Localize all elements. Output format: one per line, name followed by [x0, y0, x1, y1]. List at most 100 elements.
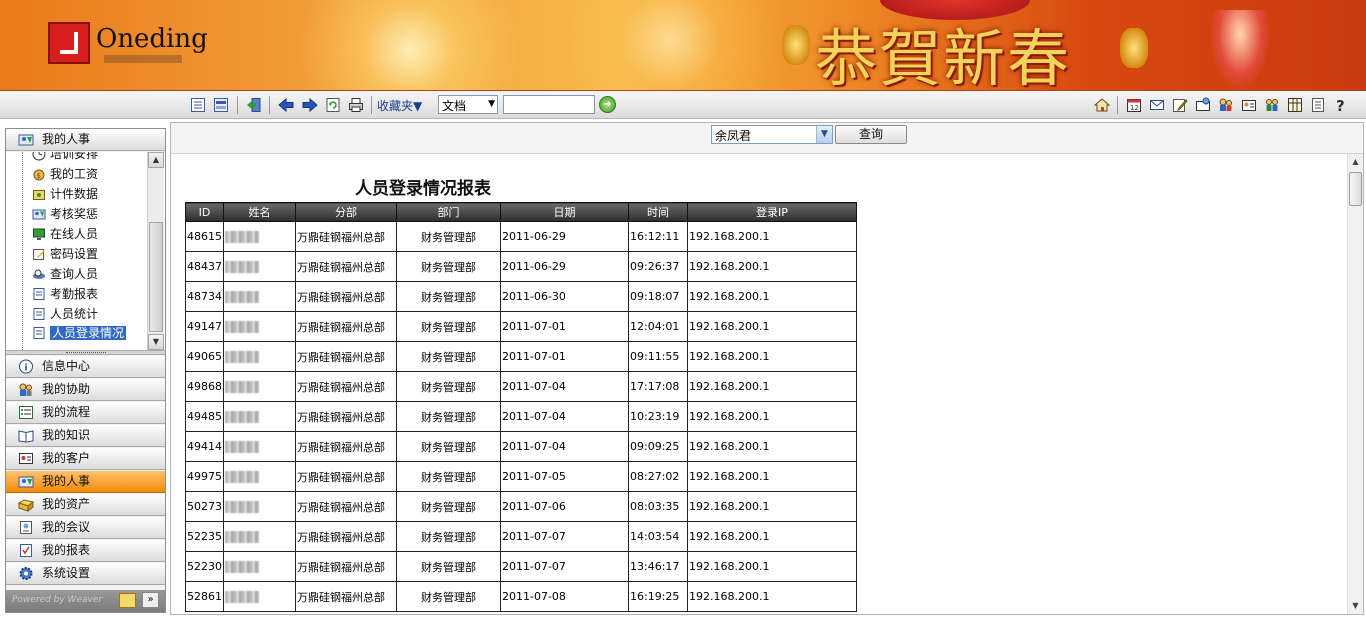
cell-date: 2011-06-29 — [500, 251, 629, 282]
document-icon[interactable] — [1310, 97, 1326, 113]
grid-icon[interactable] — [1287, 97, 1303, 113]
help-icon[interactable]: ? — [1333, 97, 1349, 113]
scroll-thumb[interactable] — [149, 222, 163, 332]
search-go-button[interactable]: ➔ — [599, 96, 616, 113]
refresh-icon[interactable] — [325, 97, 341, 113]
favorites-menu[interactable]: 收藏夹▼ — [377, 97, 422, 114]
print-icon[interactable] — [348, 97, 364, 113]
exit-icon[interactable] — [246, 97, 262, 113]
tree-scrollbar[interactable]: ▲ ▼ — [147, 152, 164, 350]
tree-item-search-people[interactable]: 查询人员 — [28, 265, 98, 283]
firework-decoration — [540, 0, 800, 90]
section-reports[interactable]: 我的报表 — [6, 540, 165, 562]
section-collaboration[interactable]: 我的协助 — [6, 379, 165, 401]
cell-time: 14:03:54 — [628, 521, 688, 552]
calendar-icon[interactable]: 12 — [1126, 97, 1142, 113]
column-header-ip: 登录IP — [687, 202, 857, 222]
cell-id: 52861 — [185, 581, 224, 612]
main-toolbar: 收藏夹▼ 文档 ▼ ➔ 12 ? — [0, 91, 1366, 119]
scroll-down-icon[interactable]: ▼ — [148, 334, 164, 350]
gear-icon — [19, 567, 33, 580]
festive-kids-illustration — [1210, 10, 1270, 90]
tree-item-login-status[interactable]: 人员登录情况 — [28, 324, 127, 342]
section-assets[interactable]: 我的资产 — [6, 494, 165, 516]
panel-splitter[interactable] — [6, 350, 165, 355]
tree-item-training[interactable]: 培训安排 — [28, 152, 98, 163]
toolbar-search-input[interactable] — [503, 95, 595, 114]
tree-item-statistics[interactable]: 人员统计 — [28, 305, 98, 323]
column-header-department: 部门 — [396, 202, 501, 222]
document-type-select[interactable]: 文档 ▼ — [438, 95, 498, 114]
tree-item-attendance[interactable]: 考勤报表 — [28, 285, 98, 303]
cell-id: 49065 — [185, 341, 224, 372]
tree-item-online[interactable]: 在线人员 — [28, 225, 98, 243]
edit-icon[interactable] — [1172, 97, 1188, 113]
cell-ip: 192.168.200.1 — [687, 371, 857, 402]
cell-time: 12:04:01 — [628, 311, 688, 342]
section-header-current[interactable]: 我的人事 — [6, 129, 165, 151]
cell-name — [223, 491, 296, 522]
tree-item-assessment[interactable]: 考核奖惩 — [28, 205, 98, 223]
cell-department: 财务管理部 — [396, 461, 501, 492]
query-button[interactable]: 查询 — [835, 125, 907, 144]
cell-date: 2011-07-01 — [500, 311, 629, 342]
home-icon[interactable] — [1094, 97, 1110, 113]
redacted-name — [225, 291, 259, 303]
scroll-up-icon[interactable]: ▲ — [1348, 154, 1363, 170]
section-personnel[interactable]: 我的人事 — [6, 471, 165, 493]
scroll-up-icon[interactable]: ▲ — [148, 152, 164, 168]
table-row: 49147 万鼎硅钢福州总部 财务管理部 2011-07-01 12:04:01 192.… — [185, 311, 857, 342]
layout-icon[interactable] — [213, 97, 229, 113]
search-people-icon — [33, 269, 45, 279]
cell-time: 13:46:17 — [628, 551, 688, 582]
list-icon[interactable] — [190, 97, 206, 113]
cell-ip: 192.168.200.1 — [687, 581, 857, 612]
cell-date: 2011-07-04 — [500, 431, 629, 462]
scroll-down-icon[interactable]: ▼ — [1348, 598, 1363, 614]
id-card-icon[interactable] — [1241, 97, 1257, 113]
column-header-id: ID — [185, 202, 224, 222]
mail-notify-icon[interactable] — [119, 593, 136, 608]
message-icon[interactable] — [1195, 97, 1211, 113]
section-knowledge[interactable]: 我的知识 — [6, 425, 165, 447]
cell-department: 财务管理部 — [396, 251, 501, 282]
cell-id: 52235 — [185, 521, 224, 552]
cell-id: 48734 — [185, 281, 224, 312]
report-icon — [33, 327, 45, 339]
org-icon[interactable] — [1264, 97, 1280, 113]
data-bag-icon — [33, 190, 45, 200]
expand-more-icon[interactable]: » — [142, 592, 159, 608]
cell-ip: 192.168.200.1 — [687, 551, 857, 582]
report-icon — [33, 288, 45, 300]
cell-branch: 万鼎硅钢福州总部 — [295, 461, 397, 492]
section-workflow[interactable]: 我的流程 — [6, 402, 165, 424]
svg-text:12: 12 — [1130, 104, 1139, 112]
back-arrow-icon[interactable] — [278, 97, 294, 113]
tree-item-password[interactable]: 密码设置 — [28, 245, 98, 263]
section-customers[interactable]: 我的客户 — [6, 448, 165, 470]
users-icon[interactable] — [1218, 97, 1234, 113]
tree-item-piecework[interactable]: 计件数据 — [28, 185, 98, 203]
edit-icon — [33, 249, 45, 260]
monitor-icon — [33, 228, 45, 240]
brand-name: Oneding — [96, 24, 208, 54]
section-settings[interactable]: 系统设置 — [6, 563, 165, 585]
user-select[interactable]: 余凤君 ▼ — [711, 125, 833, 144]
header-banner: Oneding 恭賀新春 — [0, 0, 1366, 91]
brand-tagline — [104, 55, 182, 63]
content-scrollbar[interactable]: ▲ ▼ — [1347, 154, 1363, 614]
clock-icon — [32, 152, 46, 161]
report-title: 人员登录情况报表 — [355, 179, 491, 199]
section-meetings[interactable]: 我的会议 — [6, 517, 165, 539]
cell-time: 09:26:37 — [628, 251, 688, 282]
tree-item-salary[interactable]: $ 我的工资 — [28, 165, 98, 183]
sidebar-footer: Powered by Weaver » — [6, 590, 165, 612]
section-info-center[interactable]: i 信息中心 — [6, 356, 165, 378]
cell-name — [223, 311, 296, 342]
cell-time: 17:17:08 — [628, 371, 688, 402]
redacted-name — [225, 591, 259, 603]
mail-icon[interactable] — [1149, 97, 1165, 113]
forward-arrow-icon[interactable] — [302, 97, 318, 113]
cell-department: 财务管理部 — [396, 581, 501, 612]
scroll-thumb[interactable] — [1349, 172, 1362, 206]
